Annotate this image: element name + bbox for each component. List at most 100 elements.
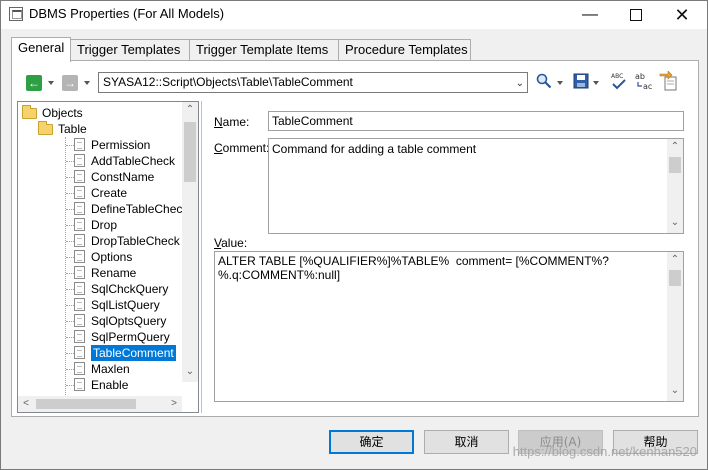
scroll-up-arrow-icon[interactable]: ⌃ [667,254,683,265]
dbms-properties-window: DBMS Properties (For All Models) — ✕ Gen… [0,0,708,470]
forward-arrow-icon[interactable]: → [62,75,78,91]
h-scrollbar-thumb[interactable] [36,399,136,409]
tree-item-label: SqlListQuery [91,298,160,312]
watermark: https://blog.csdn.net/kenhan520 [512,444,697,459]
value-line-2: %.q:COMMENT%:null] [218,268,341,282]
tree-vertical-scrollbar[interactable]: ⌃ ⌄ [182,102,198,382]
tab-general[interactable]: General [11,37,71,62]
svg-text:ac: ac [643,82,652,91]
script-item-icon [74,298,85,311]
script-item-icon [74,154,85,167]
scroll-up-arrow-icon[interactable]: ⌃ [182,104,198,115]
folder-open-icon [22,105,37,119]
value-label: Value: [214,236,248,250]
tree-horizontal-scrollbar[interactable]: < > [18,396,182,412]
chevron-down-icon[interactable]: ⌄ [516,78,524,89]
maximize-button[interactable] [613,1,659,29]
tree-item-label: SqlPermQuery [91,330,170,344]
tree-connector [66,273,74,274]
value-editor[interactable]: ALTER TABLE [%QUALIFIER%]%TABLE% comment… [214,251,684,402]
cancel-button[interactable]: 取消 [424,430,509,454]
tree-connector [66,337,74,338]
scrollbar-thumb[interactable] [669,157,681,173]
script-item-icon [74,218,85,231]
forward-dropdown-caret-icon[interactable] [84,81,90,85]
script-item-icon [74,330,85,343]
general-tab-panel: ← → SYASA12::Script\Objects\Table\TableC… [11,60,699,417]
tree-item-label: Enable [91,378,129,392]
tree-label-objects: Objects [42,106,83,120]
title-bar: DBMS Properties (For All Models) — ✕ [1,1,707,29]
tree-item-label: Options [91,250,133,264]
comment-vertical-scrollbar[interactable]: ⌃ ⌄ [667,139,683,233]
tree-item-label: Permission [91,138,151,152]
find-dropdown-caret-icon[interactable] [557,81,563,85]
tree-item-label: DefineTableCheck [91,202,189,216]
script-item-icon [74,314,85,327]
back-dropdown-caret-icon[interactable] [48,81,54,85]
save-icon[interactable] [573,73,589,89]
tree-item-label: Drop [91,218,118,232]
script-item-icon [74,202,85,215]
tree-connector [66,225,74,226]
tree-item-label: Rename [91,266,137,280]
ok-button[interactable]: 确定 [329,430,414,454]
tree-view[interactable]: Objects Table Permission AddTableCheck Con… [17,101,199,413]
tree-connector [66,177,74,178]
tree-item-label: AddTableCheck [91,154,176,168]
tree-connector-line [65,137,66,397]
import-export-icon[interactable] [659,71,677,91]
window-app-icon [9,7,23,21]
scroll-up-arrow-icon[interactable]: ⌃ [667,141,683,152]
name-field[interactable]: TableComment [268,111,684,131]
value-vertical-scrollbar[interactable]: ⌃ ⌄ [667,252,683,401]
back-arrow-icon[interactable]: ← [26,75,42,91]
tab-trigger-templates[interactable]: Trigger Templates [70,39,190,61]
script-item-icon [74,186,85,199]
svg-text:ABC: ABC [611,73,623,80]
script-item-icon [74,282,85,295]
comment-field-value: Command for adding a table comment [272,142,477,156]
tree-connector [66,353,74,354]
name-field-value: TableComment [272,114,353,128]
script-item-icon [74,250,85,263]
close-button[interactable]: ✕ [659,1,705,29]
script-item-icon [74,170,85,183]
tree-item-label: Create [91,186,128,200]
scrollbar-thumb[interactable] [669,270,681,286]
window-title: DBMS Properties (For All Models) [29,6,225,21]
replace-icon[interactable]: ab ac [635,71,653,91]
folder-open-icon [38,121,53,135]
path-combobox[interactable]: SYASA12::Script\Objects\Table\TableComme… [98,72,528,93]
scroll-left-arrow-icon[interactable]: < [18,398,34,409]
tree-connector [66,241,74,242]
splitter[interactable] [201,101,202,413]
find-icon[interactable] [536,73,552,89]
tree-item-label: SqlChckQuery [91,282,169,296]
minimize-button[interactable]: — [567,1,613,29]
scrollbar-thumb[interactable] [184,122,196,182]
svg-text:ab: ab [635,72,645,81]
tree-connector [66,257,74,258]
scroll-right-arrow-icon[interactable]: > [166,398,182,409]
scroll-down-arrow-icon[interactable]: ⌄ [182,366,198,377]
script-item-icon [74,378,85,391]
script-item-icon [74,266,85,279]
script-item-icon [74,234,85,247]
scroll-down-arrow-icon[interactable]: ⌄ [667,385,683,396]
tab-trigger-template-items[interactable]: Trigger Template Items [189,39,339,61]
tab-procedure-templates[interactable]: Procedure Templates [338,39,471,61]
tree-item-label: Maxlen [91,362,130,376]
tree-connector [66,289,74,290]
path-text: SYASA12::Script\Objects\Table\TableComme… [103,75,353,89]
scroll-down-arrow-icon[interactable]: ⌄ [667,217,683,228]
tree-connector [66,145,74,146]
spell-check-icon[interactable]: ABC [610,71,628,91]
tree-connector [66,385,74,386]
save-dropdown-caret-icon[interactable] [593,81,599,85]
tree-label-table: Table [58,122,87,136]
comment-field[interactable]: Command for adding a table comment ⌃ ⌄ [268,138,684,234]
tree-connector [66,369,74,370]
tree-connector [66,209,74,210]
tree-item-label: TableComment [91,345,176,361]
